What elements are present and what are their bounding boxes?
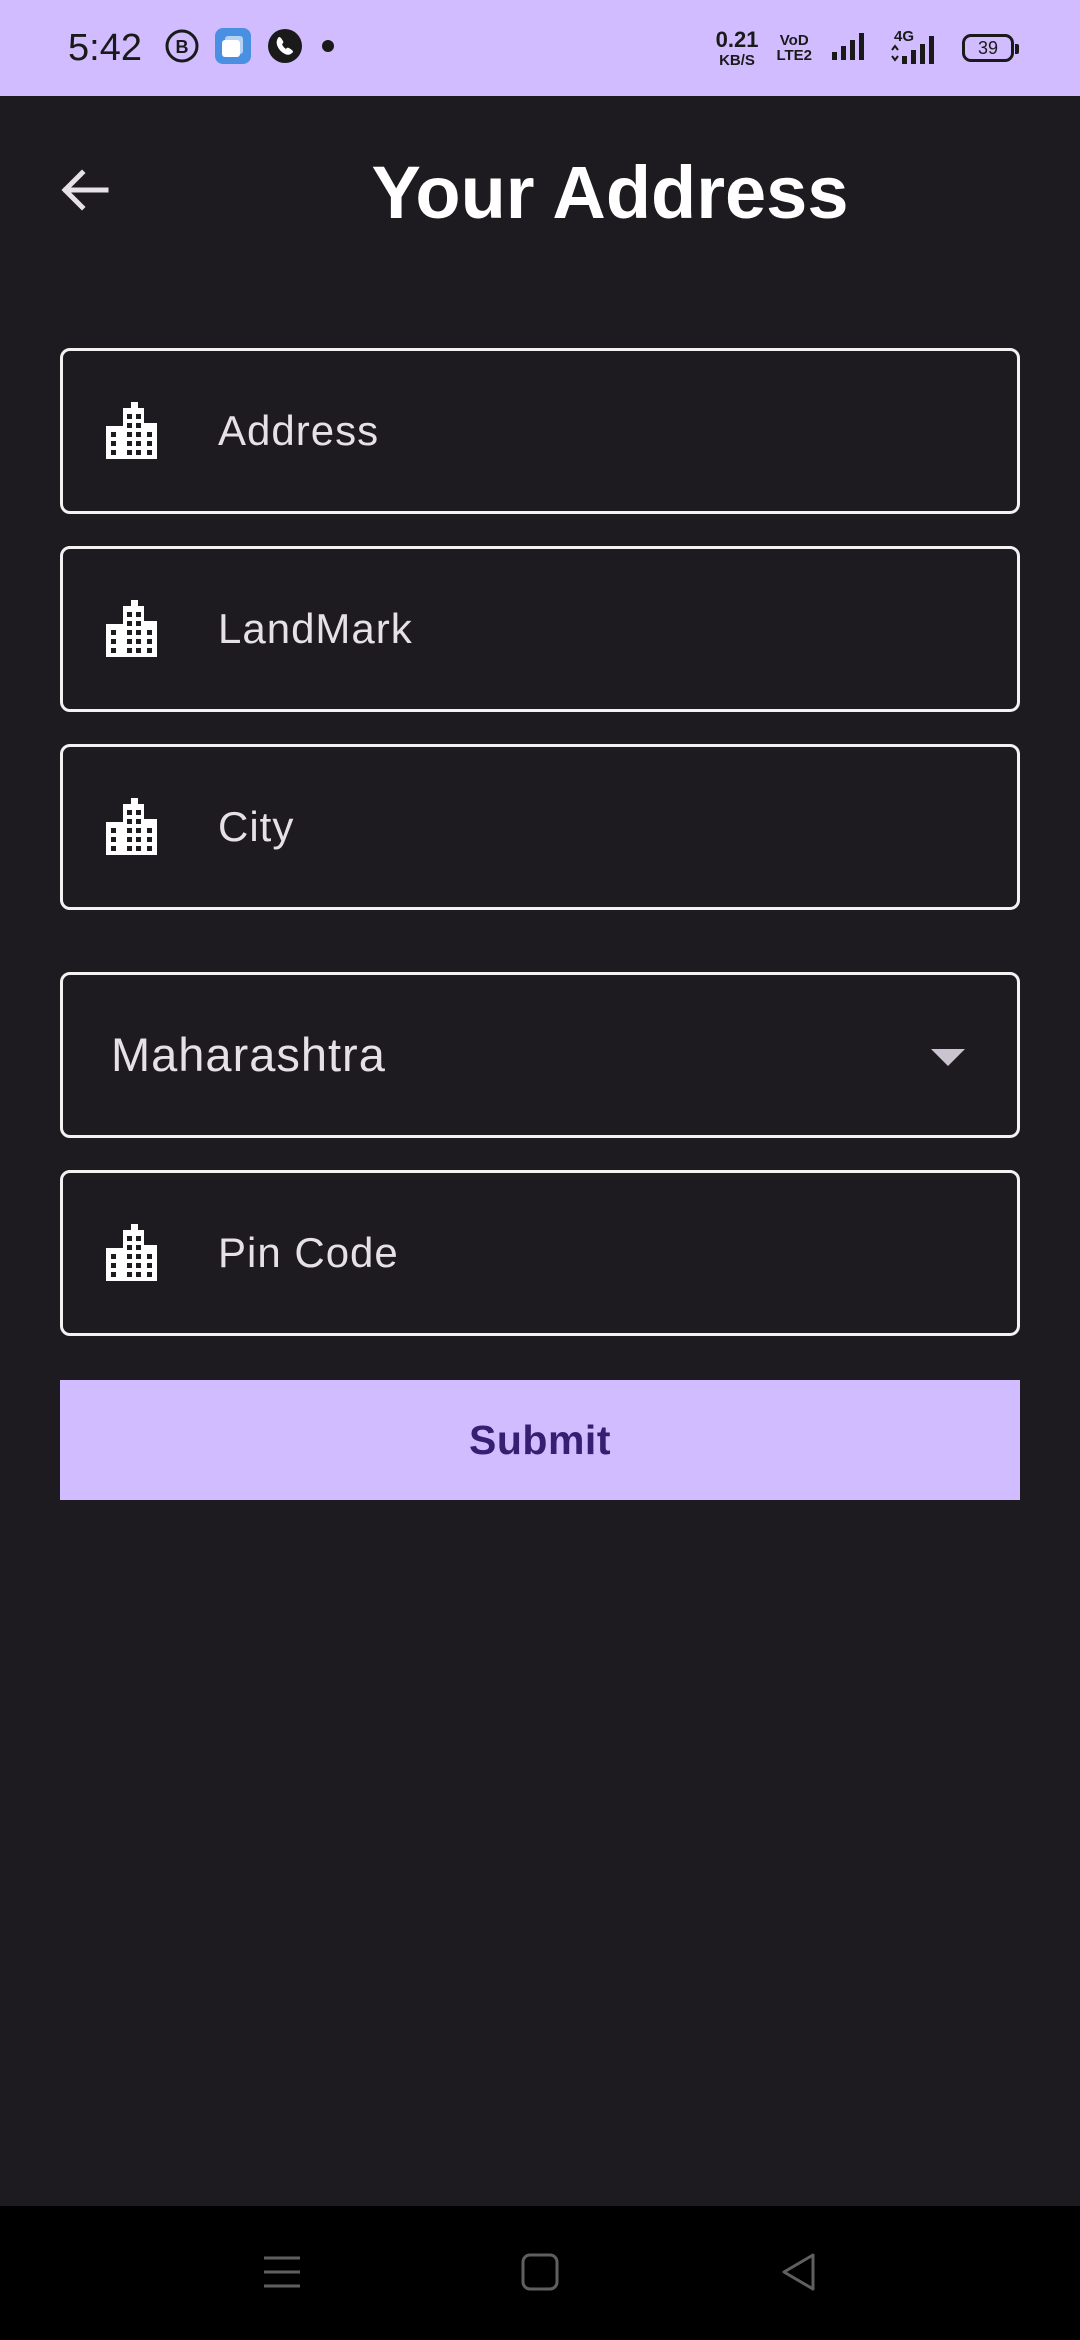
page-title: Your Address: [371, 151, 849, 234]
battery-icon: 39: [962, 34, 1019, 62]
svg-text:B: B: [176, 37, 189, 57]
net-speed-unit: KB/S: [719, 51, 755, 69]
building-icon: [103, 1223, 163, 1283]
signal-4g-icon: 4G: [888, 28, 944, 66]
pincode-input[interactable]: [218, 1173, 978, 1333]
volte-bottom: LTE2: [776, 47, 812, 64]
state-selected-value: Maharashtra: [111, 1028, 386, 1081]
recent-apps-button[interactable]: [254, 2246, 310, 2302]
building-icon: [103, 797, 163, 857]
volte-top: VoD: [779, 32, 809, 49]
net-speed-value: 0.21: [715, 26, 759, 52]
status-right-icons: 0.21 KB/S VoD LTE2 4G 39: [715, 22, 1019, 74]
city-field[interactable]: [60, 744, 1020, 910]
city-input[interactable]: [218, 747, 978, 907]
submit-button[interactable]: Submit: [60, 1380, 1020, 1500]
home-button[interactable]: [512, 2246, 568, 2302]
phone-call-icon: [266, 27, 304, 70]
state-dropdown[interactable]: Maharashtra: [60, 972, 1020, 1138]
status-bar: 5:42 B 0.21 KB/S VoD LTE2 4G 39: [0, 0, 1080, 96]
pincode-field[interactable]: [60, 1170, 1020, 1336]
dot-icon: [318, 36, 338, 61]
system-nav-bar: [0, 2206, 1080, 2340]
volte-badge: VoD LTE2: [776, 33, 812, 63]
signal-icon: [830, 30, 870, 67]
landmark-field[interactable]: [60, 546, 1020, 712]
status-left-icons: B: [164, 27, 338, 70]
back-triangle-icon: [777, 2250, 819, 2299]
address-field[interactable]: [60, 348, 1020, 514]
building-icon: [103, 401, 163, 461]
back-nav-button[interactable]: [770, 2246, 826, 2302]
home-square-icon: [519, 2251, 561, 2298]
b-circle-icon: B: [164, 28, 200, 69]
landmark-input[interactable]: [218, 549, 978, 709]
battery-level: 39: [977, 37, 999, 58]
app-notification-icon: [214, 27, 252, 70]
status-time: 5:42: [68, 27, 142, 69]
building-icon: [103, 599, 163, 659]
address-input[interactable]: [218, 351, 978, 511]
menu-icon: [260, 2252, 304, 2297]
net-speed: 0.21 KB/S: [715, 26, 759, 69]
app-header: Your Address: [0, 96, 1080, 296]
dropdown-arrow-icon: [931, 1049, 965, 1066]
